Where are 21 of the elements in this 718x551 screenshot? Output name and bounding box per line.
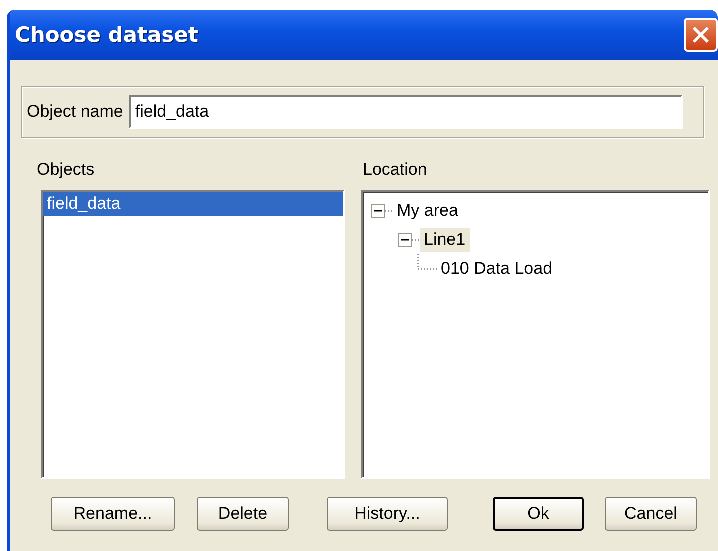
dialog-button[interactable]: Ok [493,497,584,531]
objects-label: Objects [37,160,96,181]
dialog-button[interactable]: Cancel [605,497,697,531]
dialog-button[interactable]: History... [327,497,448,531]
object-name-field[interactable]: field_data [129,95,683,129]
collapse-icon[interactable] [398,232,412,246]
collapse-icon[interactable] [371,204,385,218]
window-title: Choose dataset [15,23,198,47]
tree-item[interactable]: My area [393,198,462,222]
list-item[interactable]: field_data [43,192,343,216]
tree-line [385,210,393,212]
tree-line [417,254,437,270]
tree-item[interactable]: 010 Data Load [437,256,557,280]
close-button[interactable] [684,18,718,52]
tree-line [412,238,420,240]
field-label: Object name [27,102,124,122]
tree-item[interactable]: Line1 [420,228,470,252]
location-label: Location [363,160,428,181]
dialog-button[interactable]: Rename... [51,497,175,531]
close-icon [691,25,711,45]
dialog-button[interactable]: Delete [197,497,289,531]
